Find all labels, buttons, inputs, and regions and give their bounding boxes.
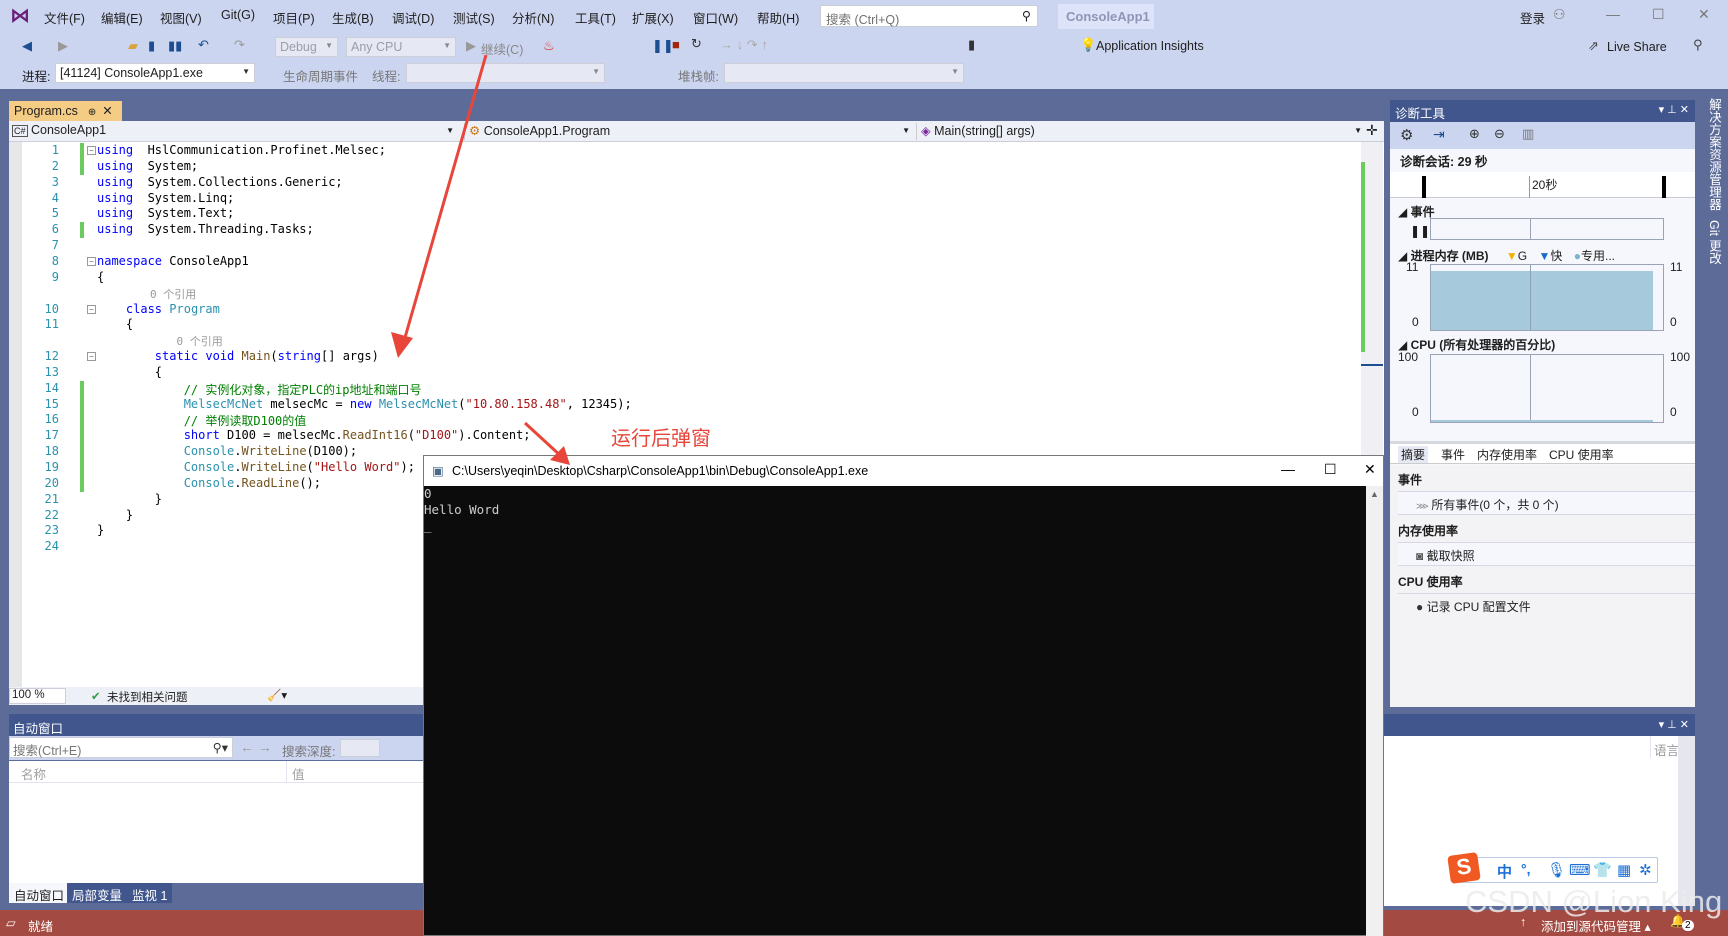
microphone-icon[interactable]: 🎙 xyxy=(1547,861,1566,879)
ime-punctuation[interactable]: °, xyxy=(1521,861,1531,877)
ime-chinese-mode[interactable]: 中 xyxy=(1497,861,1512,882)
arrow-to-console xyxy=(523,421,570,465)
annotation-label: 运行后弹窗 xyxy=(611,428,711,450)
skin-icon[interactable]: 👕 xyxy=(1593,861,1612,879)
annotation-arrows xyxy=(391,54,570,465)
sogou-logo-icon: S xyxy=(1447,852,1481,884)
watermark: CSDN @Lion King xyxy=(1465,884,1723,919)
settings-icon[interactable]: ✲ xyxy=(1639,861,1652,879)
arrow-to-continue xyxy=(391,54,488,358)
ime-toolbar: S 中 °, 🎙 ⌨ 👕 ▦ ✲ xyxy=(1447,852,1658,884)
apps-icon[interactable]: ▦ xyxy=(1617,861,1631,879)
keyboard-icon[interactable]: ⌨ xyxy=(1569,861,1591,879)
